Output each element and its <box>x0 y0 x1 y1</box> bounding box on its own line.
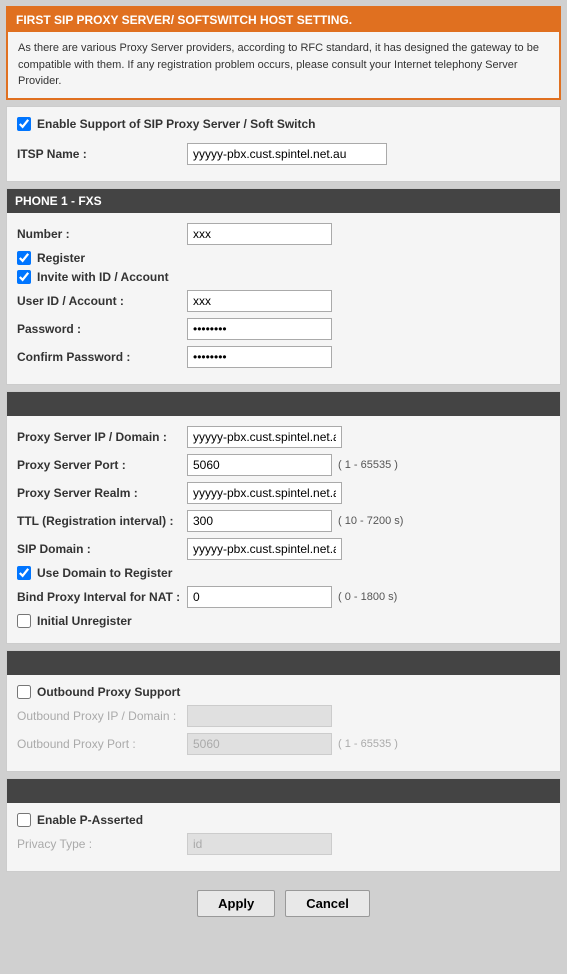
outbound-header <box>7 651 560 675</box>
proxy-port-hint: ( 1 - 65535 ) <box>338 459 398 471</box>
number-label: Number : <box>17 227 187 241</box>
bind-proxy-row: Bind Proxy Interval for NAT : ( 0 - 1800… <box>7 586 560 608</box>
userid-label: User ID / Account : <box>17 294 187 308</box>
proxy-realm-label: Proxy Server Realm : <box>17 486 187 500</box>
enable-sip-row: Enable Support of SIP Proxy Server / Sof… <box>7 107 560 137</box>
cancel-button[interactable]: Cancel <box>285 890 370 917</box>
header-section: FIRST SIP PROXY SERVER/ SOFTSWITCH HOST … <box>6 6 561 100</box>
outbound-port-row: Outbound Proxy Port : ( 1 - 65535 ) <box>7 733 560 755</box>
password-row: Password : <box>7 318 560 340</box>
outbound-support-checkbox[interactable] <box>17 685 31 699</box>
itsp-row: ITSP Name : <box>7 143 560 165</box>
sip-domain-label: SIP Domain : <box>17 542 187 556</box>
proxy-port-row: Proxy Server Port : ( 1 - 65535 ) <box>7 454 560 476</box>
button-row: Apply Cancel <box>0 878 567 929</box>
proxy-settings-panel: Proxy Server IP / Domain : Proxy Server … <box>6 391 561 644</box>
register-checkbox[interactable] <box>17 251 31 265</box>
number-input[interactable] <box>187 223 332 245</box>
outbound-ip-label: Outbound Proxy IP / Domain : <box>17 709 187 723</box>
header-title: FIRST SIP PROXY SERVER/ SOFTSWITCH HOST … <box>8 8 559 32</box>
outbound-ip-input[interactable] <box>187 705 332 727</box>
number-row: Number : <box>7 223 560 245</box>
use-domain-row: Use Domain to Register <box>7 566 560 580</box>
register-label: Register <box>37 251 85 265</box>
outbound-ip-row: Outbound Proxy IP / Domain : <box>7 705 560 727</box>
bind-proxy-hint: ( 0 - 1800 s) <box>338 591 397 603</box>
apply-button[interactable]: Apply <box>197 890 275 917</box>
use-domain-label: Use Domain to Register <box>37 566 172 580</box>
page-wrapper: FIRST SIP PROXY SERVER/ SOFTSWITCH HOST … <box>0 6 567 929</box>
privacy-type-label: Privacy Type : <box>17 837 187 851</box>
outbound-support-label: Outbound Proxy Support <box>37 685 180 699</box>
privacy-type-input[interactable] <box>187 833 332 855</box>
invite-checkbox[interactable] <box>17 270 31 284</box>
enable-passerted-row: Enable P-Asserted <box>7 813 560 827</box>
phone1-panel: PHONE 1 - FXS Number : Register Invite w… <box>6 188 561 385</box>
ttl-input[interactable] <box>187 510 332 532</box>
password-label: Password : <box>17 322 187 336</box>
proxy-ip-row: Proxy Server IP / Domain : <box>7 426 560 448</box>
proxy-realm-input[interactable] <box>187 482 342 504</box>
userid-row: User ID / Account : <box>7 290 560 312</box>
outbound-port-input[interactable] <box>187 733 332 755</box>
proxy-realm-row: Proxy Server Realm : <box>7 482 560 504</box>
header-description: As there are various Proxy Server provid… <box>8 32 559 98</box>
itsp-label: ITSP Name : <box>17 147 187 161</box>
p-asserted-panel: Enable P-Asserted Privacy Type : <box>6 778 561 872</box>
privacy-type-row: Privacy Type : <box>7 833 560 855</box>
outbound-port-hint: ( 1 - 65535 ) <box>338 738 398 750</box>
invite-row: Invite with ID / Account <box>7 270 560 284</box>
p-asserted-header <box>7 779 560 803</box>
register-row: Register <box>7 251 560 265</box>
initial-unreg-checkbox[interactable] <box>17 614 31 628</box>
ttl-row: TTL (Registration interval) : ( 10 - 720… <box>7 510 560 532</box>
outbound-support-row: Outbound Proxy Support <box>7 685 560 699</box>
confirm-label: Confirm Password : <box>17 350 187 364</box>
enable-passerted-checkbox[interactable] <box>17 813 31 827</box>
ttl-hint: ( 10 - 7200 s) <box>338 515 403 527</box>
proxy-port-label: Proxy Server Port : <box>17 458 187 472</box>
password-input[interactable] <box>187 318 332 340</box>
confirm-password-row: Confirm Password : <box>7 346 560 368</box>
sip-proxy-panel: Enable Support of SIP Proxy Server / Sof… <box>6 106 561 182</box>
proxy-ip-label: Proxy Server IP / Domain : <box>17 430 187 444</box>
proxy-ip-input[interactable] <box>187 426 342 448</box>
initial-unreg-row: Initial Unregister <box>7 614 560 628</box>
confirm-input[interactable] <box>187 346 332 368</box>
sip-domain-row: SIP Domain : <box>7 538 560 560</box>
sip-domain-input[interactable] <box>187 538 342 560</box>
phone1-section-header: PHONE 1 - FXS <box>7 189 560 213</box>
outbound-proxy-panel: Outbound Proxy Support Outbound Proxy IP… <box>6 650 561 772</box>
enable-sip-checkbox[interactable] <box>17 117 31 131</box>
proxy-settings-header <box>7 392 560 416</box>
enable-sip-label: Enable Support of SIP Proxy Server / Sof… <box>37 117 316 131</box>
initial-unreg-label: Initial Unregister <box>37 614 132 628</box>
itsp-input[interactable] <box>187 143 387 165</box>
invite-label: Invite with ID / Account <box>37 270 169 284</box>
bind-proxy-label: Bind Proxy Interval for NAT : <box>17 590 187 604</box>
enable-passerted-label: Enable P-Asserted <box>37 813 143 827</box>
ttl-label: TTL (Registration interval) : <box>17 514 187 528</box>
use-domain-checkbox[interactable] <box>17 566 31 580</box>
userid-input[interactable] <box>187 290 332 312</box>
proxy-port-input[interactable] <box>187 454 332 476</box>
bind-proxy-input[interactable] <box>187 586 332 608</box>
outbound-port-label: Outbound Proxy Port : <box>17 737 187 751</box>
